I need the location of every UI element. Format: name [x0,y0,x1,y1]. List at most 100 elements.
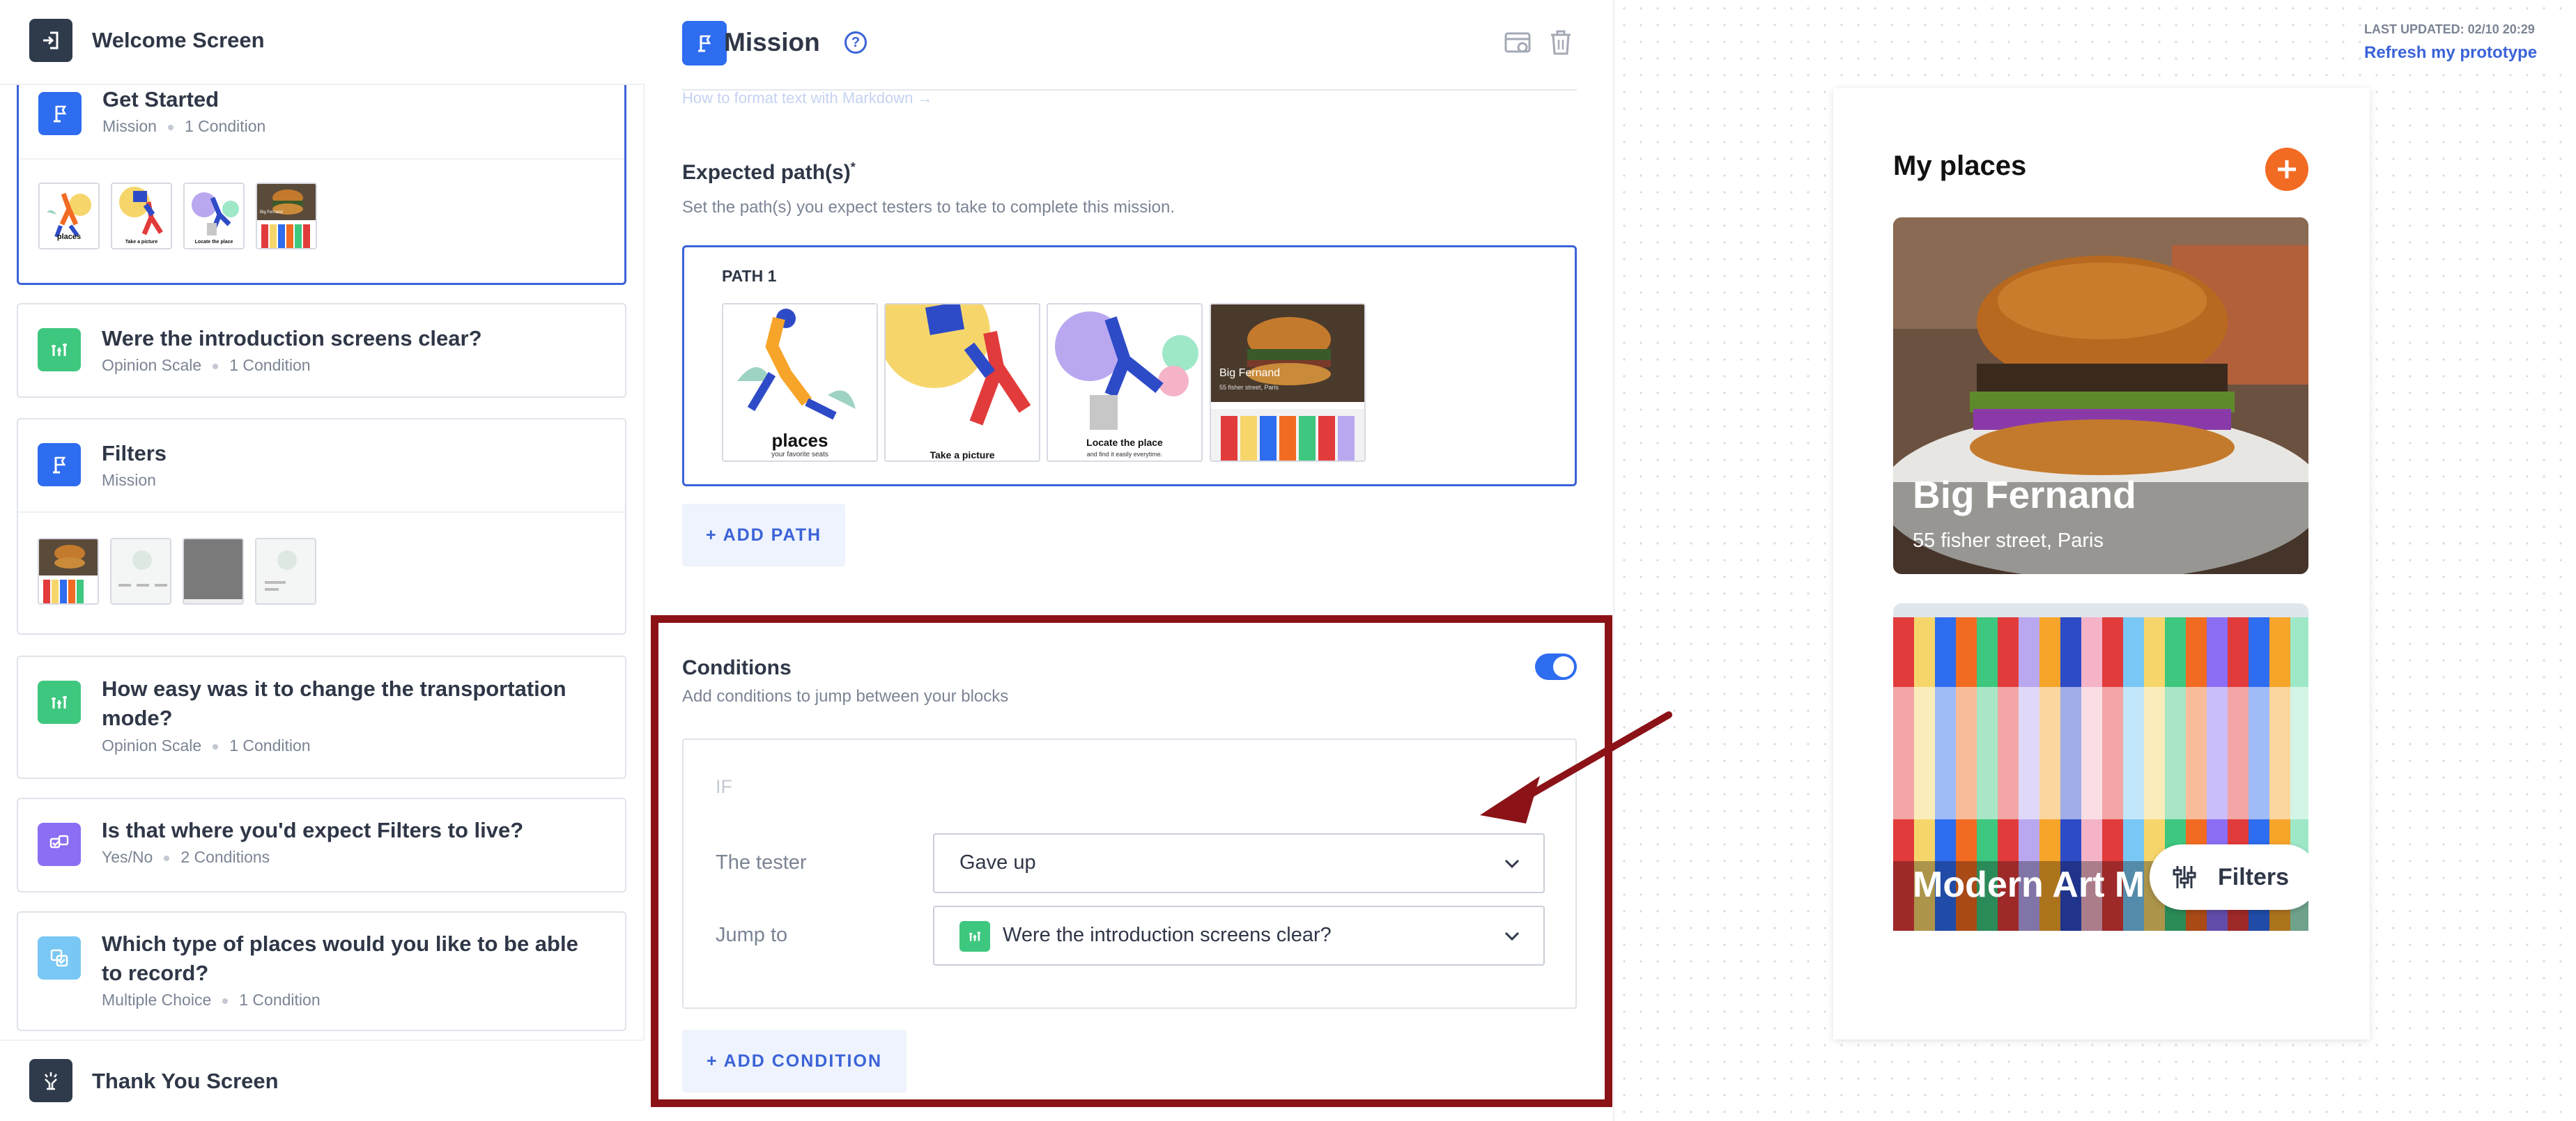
opinion-scale-icon [38,681,81,724]
conditions-subtitle: Add conditions to jump between your bloc… [682,687,1009,706]
markdown-help-link[interactable]: How to format text with Markdown → [682,89,932,107]
conditions-title: Conditions [682,656,792,679]
place-card[interactable]: Modern Art M Filters [1893,603,2308,931]
block-type: Mission [102,117,157,135]
screen-thumbnail[interactable]: Take a picture [111,183,172,249]
phone-frame: My places Big Fernand 55 fisher street, … [1833,88,2370,1039]
block-conditions: 1 Condition [184,117,266,135]
screen-thumbnail[interactable] [255,538,316,605]
block-editor: Mission ? How to format text with Markdo… [646,0,1614,1121]
mission-flag-icon [38,92,82,135]
update-info: LAST UPDATED: 02/10 20:29 Refresh my pro… [2364,13,2576,68]
path-thumb-caption: Big Fernand [1219,367,1281,379]
screen-thumbnail[interactable]: Big Fernand [256,183,317,249]
sign-in-icon [29,19,72,62]
block-conditions: 1 Condition [229,736,311,755]
jump-to-label: Jump to [716,924,788,946]
chevron-down-icon [1504,931,1520,941]
block-card-intro-clear[interactable]: Were the introduction screens clear? Opi… [17,303,626,398]
block-title: Is that where you'd expect Filters to li… [102,818,524,842]
thumb-caption: Take a picture [125,240,158,245]
path-thumb-caption: places [771,430,828,451]
expected-paths-subtitle: Set the path(s) you expect testers to ta… [682,198,1175,217]
opinion-scale-icon [959,921,990,952]
block-card-place-types[interactable]: Which type of places would you like to b… [17,911,626,1031]
jump-to-value: Were the introduction screens clear? [1003,924,1332,946]
block-title: Were the introduction screens clear? [102,326,482,350]
mission-flag-icon [682,21,727,65]
block-conditions: 1 Condition [239,991,321,1009]
if-label: IF [716,776,732,797]
screen-thumbnail[interactable] [110,538,171,605]
thumb-caption: Locate the place [194,240,233,245]
block-meta: Yes/No 2 Conditions [102,848,270,867]
blocks-sidebar: Welcome Screen Get Started Mission 1 Cond… [0,0,645,1121]
welcome-screen-item[interactable]: Welcome Screen [0,0,645,85]
block-meta: Multiple Choice 1 Condition [102,991,321,1010]
multiple-choice-icon [38,936,81,980]
place-address: 55 fisher street, Paris [1913,529,2104,552]
thumb-caption: places [56,233,82,241]
filters-icon [2173,866,2196,888]
tester-label: The tester [716,851,807,874]
path-card[interactable]: PATH 1 places your favorite seats Take a… [682,245,1577,486]
opinion-scale-icon [38,328,81,371]
prototype-preview: LAST UPDATED: 02/10 20:29 Refresh my pro… [1616,0,2576,1121]
block-title: Which type of places would you like to b… [102,931,578,985]
refresh-prototype-link[interactable]: Refresh my prototype [2364,43,2537,63]
add-condition-button[interactable]: + ADD CONDITION [682,1030,907,1092]
path-screen-thumbnail[interactable]: Take a picture [884,303,1040,462]
add-path-button[interactable]: + ADD PATH [682,504,845,566]
block-type: Yes/No [102,848,153,866]
jump-to-select[interactable]: Were the introduction screens clear? [933,906,1545,966]
filters-button[interactable]: Filters [2150,844,2308,910]
mission-flag-icon [38,443,81,486]
separator-dot [213,363,219,369]
block-conditions: 1 Condition [229,356,311,374]
last-updated-text: LAST UPDATED: 02/10 20:29 [2364,22,2535,36]
tester-action-select[interactable]: Gave up [933,833,1545,893]
preview-icon[interactable] [1504,31,1532,56]
block-meta: Opinion Scale 1 Condition [102,356,311,375]
place-name: Big Fernand [1913,473,2136,516]
expected-paths-title: Expected path(s)* [682,160,856,185]
path-screen-thumbnail[interactable]: places your favorite seats [722,303,878,462]
path-thumb-caption: Locate the place [1086,437,1163,448]
trash-icon[interactable] [1549,29,1573,56]
annotation-arrow [1480,711,1672,824]
screen-thumbnail[interactable] [38,538,99,605]
place-name: Modern Art M [1913,865,2145,905]
yes-no-icon [38,823,81,866]
card-divider [18,511,625,513]
block-meta: Mission 1 Condition [102,117,265,136]
block-card-transportation[interactable]: How easy was it to change the transporta… [17,656,626,779]
screen-thumbnail[interactable] [183,538,244,605]
block-type: Opinion Scale [102,736,202,755]
editor-title: Mission [724,28,820,56]
separator-dot [213,743,219,750]
thank-you-screen-item[interactable]: Thank You Screen [0,1039,645,1121]
block-type: Multiple Choice [102,991,212,1009]
add-place-button[interactable] [2265,148,2308,191]
path-screen-thumbnail[interactable]: Locate the place and find it easily ever… [1047,303,1203,462]
chevron-down-icon [1504,859,1520,869]
place-card[interactable]: Big Fernand 55 fisher street, Paris [1893,217,2308,574]
burger-photo [1893,217,2308,574]
block-conditions: 2 Conditions [180,848,270,866]
block-title: How easy was it to change the transporta… [102,677,566,730]
welcome-screen-label: Welcome Screen [92,28,265,52]
screen-thumbnail[interactable]: Locate the place [183,183,245,249]
screen-thumbnail[interactable]: places [38,183,100,249]
conditions-toggle[interactable] [1535,654,1577,680]
path-screen-thumbnail[interactable]: Big Fernand 55 fisher street, Paris [1210,303,1366,462]
separator-dot [222,998,229,1004]
block-card-get-started[interactable]: Get Started Mission 1 Condition places Ta… [17,85,626,285]
tester-action-value: Gave up [959,851,1036,874]
condition-card: IF The tester Gave up Jump to Were the i… [682,739,1577,1009]
help-icon[interactable]: ? [844,31,867,54]
block-meta: Mission [102,471,156,490]
block-card-filters[interactable]: Filters Mission [17,418,626,635]
block-card-filters-location[interactable]: Is that where you'd expect Filters to li… [17,798,626,892]
thank-you-icon [29,1059,72,1102]
thumb-caption: Big Fernand [260,210,283,215]
